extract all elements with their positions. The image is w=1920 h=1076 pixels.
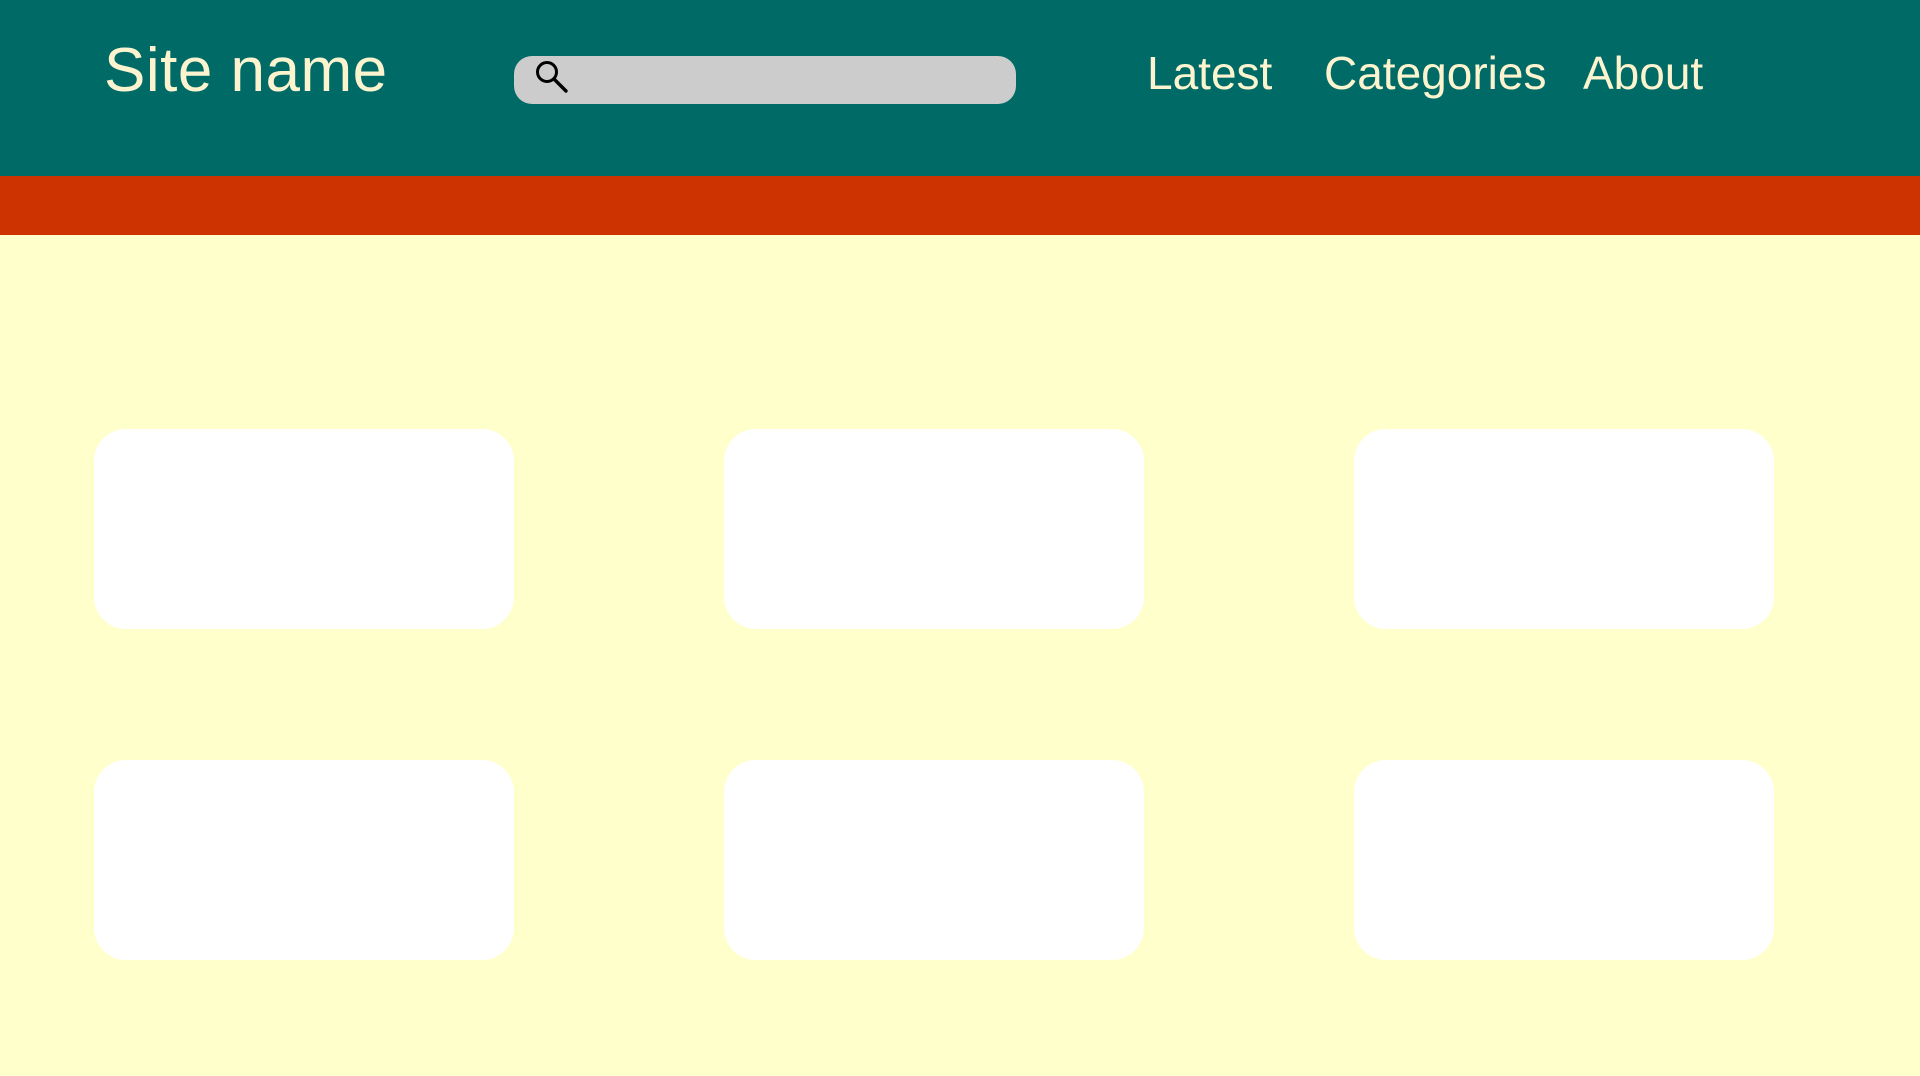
content-card-2[interactable] (724, 429, 1144, 629)
accent-bar (0, 176, 1920, 235)
content-card-6[interactable] (1354, 760, 1774, 960)
nav-link-about[interactable]: About (1583, 46, 1703, 100)
content-card-5[interactable] (724, 760, 1144, 960)
content-card-1[interactable] (94, 429, 514, 629)
site-header: Site name Latest Categories About (0, 0, 1920, 176)
content-card-3[interactable] (1354, 429, 1774, 629)
search-input[interactable] (584, 62, 998, 100)
content-card-4[interactable] (94, 760, 514, 960)
nav-link-latest[interactable]: Latest (1147, 46, 1272, 100)
site-name[interactable]: Site name (104, 36, 388, 106)
nav-link-categories[interactable]: Categories (1324, 46, 1546, 100)
search-bar[interactable] (514, 56, 1016, 104)
magnifier-icon[interactable] (532, 57, 576, 101)
